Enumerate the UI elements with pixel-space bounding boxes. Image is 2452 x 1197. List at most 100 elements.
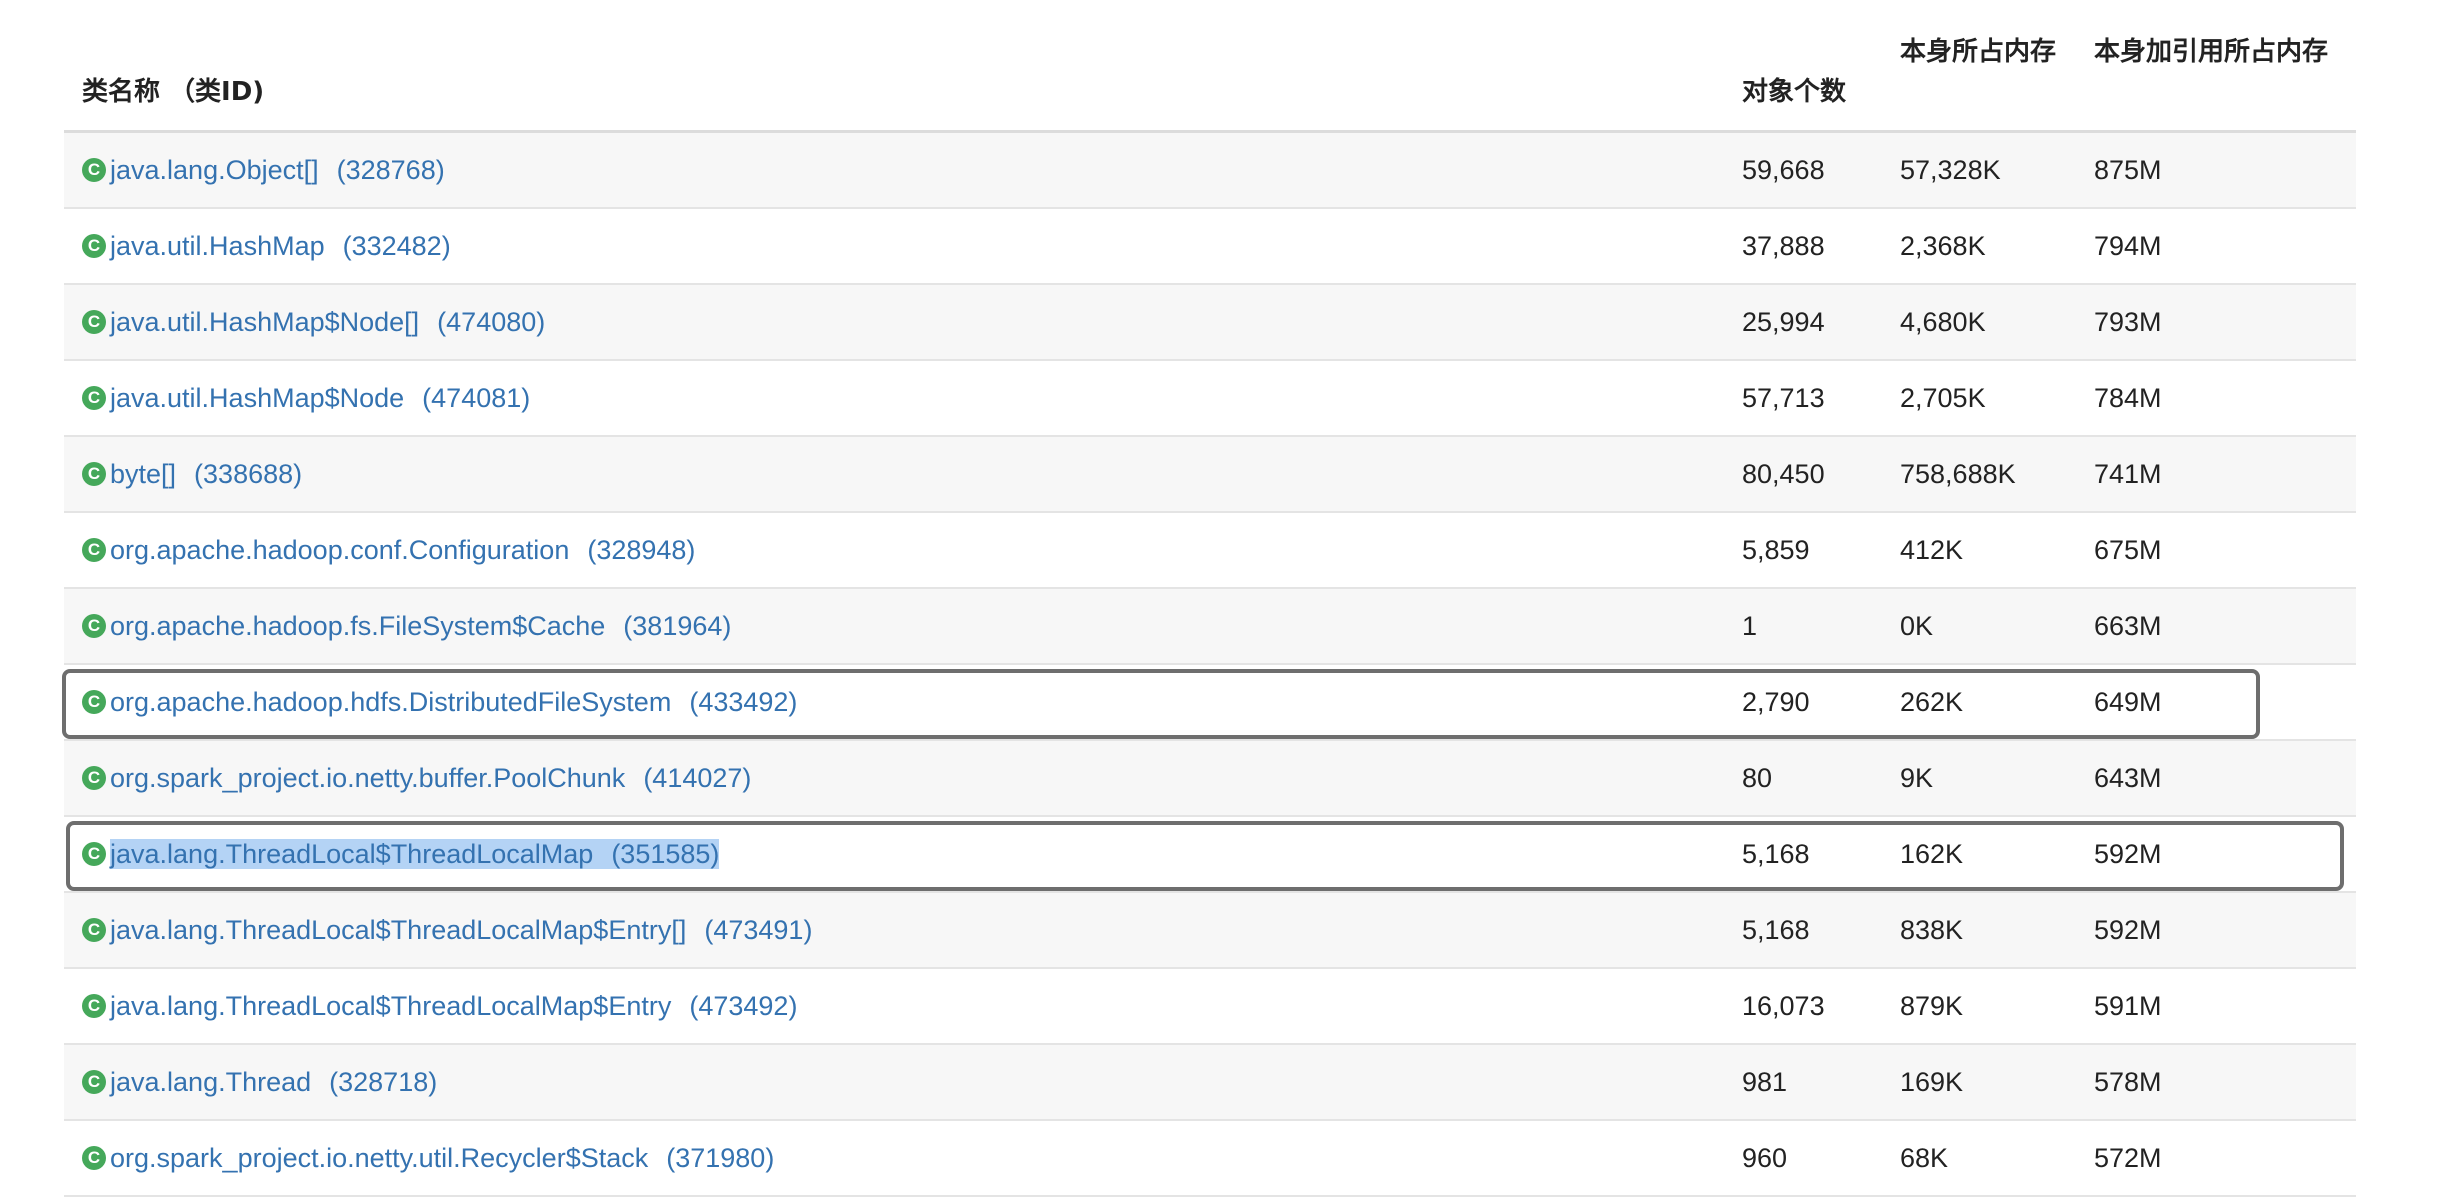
class-link-text: org.spark_project.io.netty.util.Recycler… — [110, 1143, 774, 1173]
retained-size-cell: 663M — [2094, 611, 2162, 641]
retained-size-cell: 793M — [2094, 307, 2162, 337]
class-link-text: java.lang.Thread (328718) — [110, 1067, 437, 1097]
header-class-name[interactable]: 类名称 （类ID) — [82, 72, 264, 112]
retained-size-cell: 784M — [2094, 383, 2162, 413]
retained-size-cell: 643M — [2094, 763, 2162, 793]
class-name-label: org.spark_project.io.netty.util.Recycler… — [110, 1143, 649, 1173]
class-link[interactable]: java.lang.ThreadLocal$ThreadLocalMap$Ent… — [110, 915, 812, 945]
class-link[interactable]: java.lang.Object[] (328768) — [110, 155, 445, 185]
class-name-label: java.lang.ThreadLocal$ThreadLocalMap$Ent… — [110, 991, 672, 1021]
class-link[interactable]: byte[] (338688) — [110, 459, 302, 489]
class-link-text: org.apache.hadoop.conf.Configuration (328… — [110, 535, 695, 565]
class-icon: C — [82, 1145, 106, 1170]
table-row: Cjava.util.HashMap$Node[] (474080) 25,994 4… — [64, 285, 2356, 361]
shallow-size-cell: 4,680K — [1900, 307, 1986, 337]
header-shallow-size[interactable]: 本身所占内存 — [1900, 32, 2060, 72]
class-link-text: java.lang.ThreadLocal$ThreadLocalMap$Ent… — [110, 991, 797, 1021]
class-link[interactable]: java.lang.ThreadLocal$ThreadLocalMap$Ent… — [110, 991, 797, 1021]
class-name-cell: Cjava.lang.ThreadLocal$ThreadLocalMap (35… — [82, 817, 720, 891]
class-id-label: (338688) — [194, 459, 303, 489]
class-name-cell: Cjava.lang.Object[] (328768) — [82, 133, 445, 207]
shallow-size-cell: 838K — [1900, 915, 1964, 945]
class-link[interactable]: java.lang.ThreadLocal$ThreadLocalMap (351… — [110, 839, 720, 869]
class-link[interactable]: org.apache.hadoop.hdfs.DistributedFileSy… — [110, 687, 797, 717]
class-link[interactable]: java.util.HashMap (332482) — [110, 231, 451, 261]
class-id-label: (474080) — [437, 307, 546, 337]
class-link[interactable]: org.spark_project.io.netty.buffer.PoolCh… — [110, 763, 751, 793]
table-body: Cjava.lang.Object[] (328768) 59,668 57,328K… — [64, 133, 2356, 1197]
class-name-label: org.apache.hadoop.fs.FileSystem$Cache — [110, 611, 606, 641]
class-name-label: java.lang.ThreadLocal$ThreadLocalMap — [110, 839, 594, 869]
class-link-text: java.util.HashMap$Node (474081) — [110, 383, 530, 413]
class-icon: C — [82, 157, 106, 182]
table-row: Corg.apache.hadoop.hdfs.DistributedFileS… — [64, 665, 2356, 741]
class-name-label: java.lang.ThreadLocal$ThreadLocalMap$Ent… — [110, 915, 687, 945]
table-row: Cjava.lang.ThreadLocal$ThreadLocalMap (35… — [64, 817, 2356, 893]
class-name-cell: Cjava.lang.ThreadLocal$ThreadLocalMap$En… — [82, 893, 812, 967]
class-name-cell: Cjava.util.HashMap (332482) — [82, 209, 451, 283]
table-row: Corg.spark_project.io.netty.util.Recycle… — [64, 1121, 2356, 1197]
class-link-text: java.lang.Object[] (328768) — [110, 155, 445, 185]
class-icon: C — [82, 613, 106, 638]
class-name-label: byte[] — [110, 459, 177, 489]
class-link-text: org.apache.hadoop.fs.FileSystem$Cache (38… — [110, 611, 731, 641]
retained-size-cell: 578M — [2094, 1067, 2162, 1097]
class-name-cell: Cbyte[] (338688) — [82, 437, 302, 511]
class-icon: C — [82, 917, 106, 942]
class-id-label: (433492) — [689, 687, 798, 717]
class-name-cell: Corg.apache.hadoop.conf.Configuration (32… — [82, 513, 695, 587]
object-count-cell: 5,859 — [1742, 535, 1810, 565]
class-link[interactable]: java.util.HashMap$Node[] (474080) — [110, 307, 545, 337]
header-object-count[interactable]: 对象个数 — [1742, 72, 1846, 112]
class-link[interactable]: org.apache.hadoop.fs.FileSystem$Cache (38… — [110, 611, 731, 641]
class-name-cell: Cjava.lang.Thread (328718) — [82, 1045, 437, 1119]
retained-size-cell: 572M — [2094, 1143, 2162, 1173]
class-name-label: org.apache.hadoop.conf.Configuration — [110, 535, 570, 565]
class-icon: C — [82, 233, 106, 258]
class-name-label: org.spark_project.io.netty.buffer.PoolCh… — [110, 763, 626, 793]
class-id-label: (414027) — [643, 763, 752, 793]
shallow-size-cell: 758,688K — [1900, 459, 2016, 489]
object-count-cell: 2,790 — [1742, 687, 1810, 717]
shallow-size-cell: 879K — [1900, 991, 1964, 1021]
retained-size-cell: 592M — [2094, 915, 2162, 945]
class-icon: C — [82, 841, 106, 866]
table-row: Cjava.util.HashMap$Node (474081) 57,713 2,7… — [64, 361, 2356, 437]
header-retained-size[interactable]: 本身加引用所占内存 — [2094, 32, 2334, 72]
class-link-text: byte[] (338688) — [110, 459, 302, 489]
class-link[interactable]: java.lang.Thread (328718) — [110, 1067, 437, 1097]
class-name-cell: Cjava.util.HashMap$Node (474081) — [82, 361, 530, 435]
class-id-label: (371980) — [666, 1143, 775, 1173]
class-link[interactable]: java.util.HashMap$Node (474081) — [110, 383, 530, 413]
class-name-cell: Cjava.lang.ThreadLocal$ThreadLocalMap$En… — [82, 969, 797, 1043]
class-id-label: (328718) — [329, 1067, 438, 1097]
class-link-text: org.apache.hadoop.hdfs.DistributedFileSy… — [110, 687, 797, 717]
class-name-cell: Corg.apache.hadoop.fs.FileSystem$Cache (3… — [82, 589, 731, 663]
shallow-size-cell: 169K — [1900, 1067, 1964, 1097]
shallow-size-cell: 57,328K — [1900, 155, 2001, 185]
table-row: Cjava.util.HashMap (332482) 37,888 2,368K 79… — [64, 209, 2356, 285]
class-id-label: (332482) — [342, 231, 451, 261]
object-count-cell: 5,168 — [1742, 839, 1810, 869]
object-count-cell: 16,073 — [1742, 991, 1825, 1021]
class-link[interactable]: org.apache.hadoop.conf.Configuration (328… — [110, 535, 695, 565]
class-histogram-table: 类名称 （类ID) 对象个数 本身所占内存 本身加引用所占内存 Cjava.la… — [64, 0, 2356, 1197]
shallow-size-cell: 412K — [1900, 535, 1964, 565]
object-count-cell: 59,668 — [1742, 155, 1825, 185]
object-count-cell: 37,888 — [1742, 231, 1825, 261]
table-row: Cbyte[] (338688) 80,450 758,688K 741M — [64, 437, 2356, 513]
shallow-size-cell: 9K — [1900, 763, 1934, 793]
object-count-cell: 25,994 — [1742, 307, 1825, 337]
class-link-text: java.lang.ThreadLocal$ThreadLocalMap$Ent… — [110, 915, 812, 945]
class-link-text: org.spark_project.io.netty.buffer.PoolCh… — [110, 763, 751, 793]
table-row: Corg.apache.hadoop.fs.FileSystem$Cache (3… — [64, 589, 2356, 665]
class-icon: C — [82, 993, 106, 1018]
class-id-label: (473491) — [704, 915, 813, 945]
class-name-label: org.apache.hadoop.hdfs.DistributedFileSy… — [110, 687, 672, 717]
class-link[interactable]: org.spark_project.io.netty.util.Recycler… — [110, 1143, 774, 1173]
retained-size-cell: 675M — [2094, 535, 2162, 565]
retained-size-cell: 591M — [2094, 991, 2162, 1021]
class-icon: C — [82, 461, 106, 486]
object-count-cell: 960 — [1742, 1143, 1788, 1173]
class-icon: C — [82, 537, 106, 562]
